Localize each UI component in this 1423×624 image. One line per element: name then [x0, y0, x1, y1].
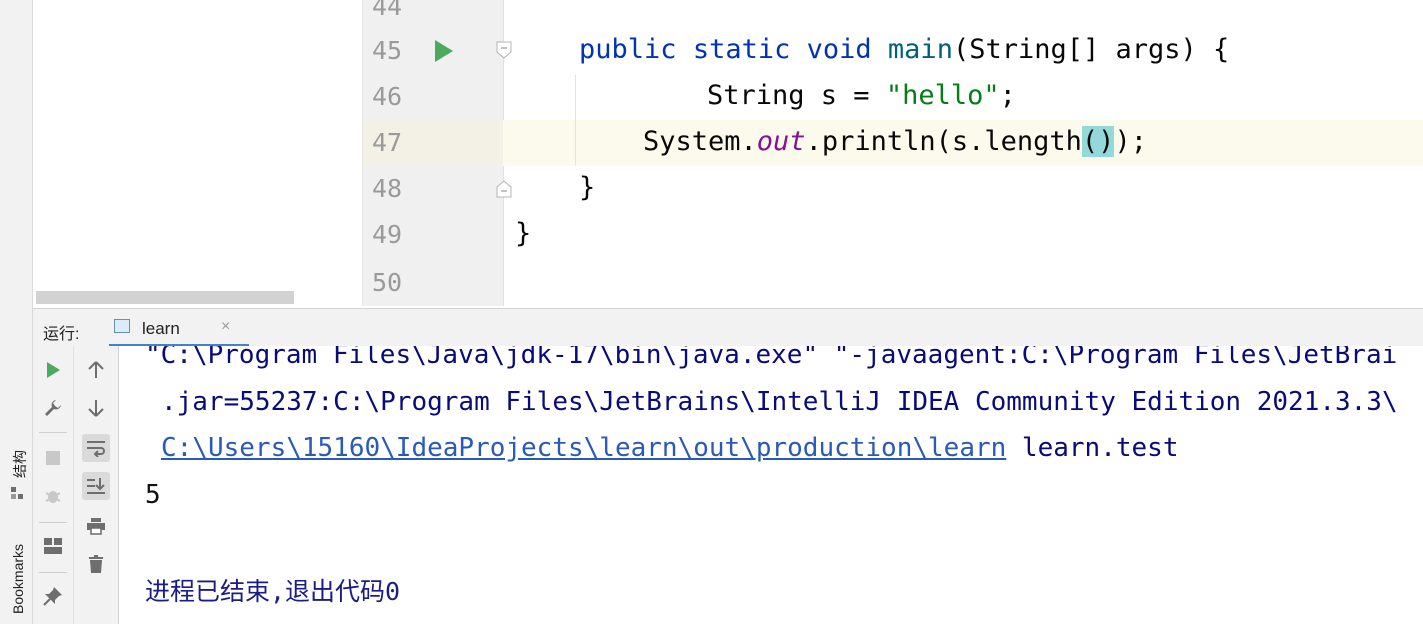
toolbar-separator: [39, 432, 67, 433]
keyword: void: [806, 34, 872, 65]
program-output: 5: [145, 480, 161, 510]
project-horizontal-scrollbar[interactable]: [36, 291, 294, 304]
run-tool-window-header: 运行: learn ×: [33, 308, 1423, 347]
debug-disabled-icon: [45, 491, 61, 503]
rerun-button[interactable]: [39, 356, 67, 384]
process-exit-message: 进程已结束,退出代码0: [145, 577, 401, 606]
bookmarks-tab-label: Bookmarks: [10, 543, 26, 614]
classpath-link[interactable]: C:\Users\15160\IdeaProjects\learn\out\pr…: [161, 433, 1006, 463]
structure-tab-label: 结构: [12, 450, 28, 478]
code-line: 50: [363, 260, 1423, 306]
project-panel: [33, 0, 361, 306]
console-output[interactable]: "C:\Program Files\Java\jdk-17\bin\java.e…: [119, 346, 1423, 624]
down-arrow-icon: [88, 400, 104, 417]
toolbar-separator: [39, 572, 67, 573]
run-toolbar-secondary: [74, 346, 119, 624]
stop-icon: [46, 451, 60, 465]
up-stack-trace-button[interactable]: [82, 356, 110, 384]
code-line: 48 }: [363, 166, 1423, 212]
bookmarks-tab[interactable]: Bookmarks: [10, 544, 26, 614]
fold-end-icon[interactable]: [496, 180, 512, 198]
soft-wrap-toggle[interactable]: [82, 434, 110, 462]
wrench-icon: [45, 400, 61, 416]
run-tab-label: learn: [142, 319, 180, 338]
run-label: 运行:: [43, 326, 80, 343]
print-icon: [87, 518, 105, 535]
code-text: System.out.println(s.length());: [643, 126, 1147, 157]
code-fragment: );: [1114, 126, 1147, 157]
line-number: 47: [372, 128, 403, 157]
keyword: static: [692, 34, 791, 65]
code-text: }: [579, 172, 596, 203]
line-number: 50: [372, 268, 403, 297]
run-tab-learn[interactable]: learn ×: [109, 309, 249, 347]
string-literal: "hello": [885, 80, 1000, 111]
code-editor[interactable]: 44 45 public static void main(String[] a…: [362, 0, 1423, 306]
line-number: 46: [372, 82, 403, 111]
pin-tab-button[interactable]: [39, 582, 67, 610]
static-field: out: [756, 126, 806, 157]
console-icon: [114, 319, 130, 333]
matched-paren: (): [1081, 126, 1115, 157]
layout-icon: [44, 538, 62, 554]
console-command-line: "C:\Program Files\Java\jdk-17\bin\java.e…: [145, 346, 1398, 370]
left-tool-strip: 结构 Bookmarks: [0, 0, 33, 624]
run-icon: [47, 362, 60, 378]
structure-icon: [11, 487, 23, 499]
main-class-text: learn.test: [1006, 433, 1179, 463]
code-fragment: .println(s.length: [805, 126, 1082, 157]
soft-wrap-icon: [87, 441, 105, 457]
run-toolbar-primary: [33, 346, 74, 624]
code-fragment: ;: [999, 80, 1016, 111]
code-fragment: System.: [643, 126, 757, 157]
up-arrow-icon: [88, 361, 104, 378]
line-number: 48: [372, 174, 403, 203]
code-line: 45 public static void main(String[] args…: [363, 28, 1423, 74]
trash-icon: [89, 555, 103, 573]
scroll-to-end-toggle[interactable]: [82, 472, 110, 500]
console-command-line: .jar=55237:C:\Program Files\JetBrains\In…: [161, 387, 1398, 417]
line-number: 49: [372, 220, 403, 249]
down-stack-trace-button[interactable]: [82, 394, 110, 422]
clear-all-button[interactable]: [82, 550, 110, 578]
print-button[interactable]: [82, 512, 110, 540]
line-number: 44: [372, 0, 403, 21]
layout-button[interactable]: [39, 532, 67, 560]
code-text: }: [515, 218, 532, 249]
code-line: 46 String s = "hello";: [363, 74, 1423, 120]
edit-configuration-button[interactable]: [39, 394, 67, 422]
scroll-to-end-icon: [87, 478, 105, 494]
toolbar-separator: [39, 522, 67, 523]
code-text: public static void main(String[] args) {: [579, 34, 1229, 65]
method-name: main: [887, 34, 953, 65]
close-icon[interactable]: ×: [221, 318, 230, 336]
code-line: 44: [363, 0, 1423, 30]
indent-guide: [575, 75, 576, 165]
code-fragment: String s =: [707, 80, 886, 111]
code-fragment: (String[] args) {: [952, 34, 1230, 65]
pin-icon: [43, 587, 62, 606]
line-number: 45: [372, 36, 403, 65]
code-text: String s = "hello";: [707, 80, 1016, 111]
debug-button[interactable]: [39, 482, 67, 510]
code-line: 49 }: [363, 212, 1423, 258]
fold-collapse-icon[interactable]: [496, 41, 512, 59]
code-line-current: 47 System.out.println(s.length());: [363, 120, 1423, 166]
keyword: public: [579, 34, 677, 65]
run-main-gutter-icon[interactable]: [435, 40, 453, 62]
console-command-line: C:\Users\15160\IdeaProjects\learn\out\pr…: [161, 433, 1178, 463]
structure-tab[interactable]: 结构: [10, 450, 30, 478]
stop-button[interactable]: [39, 444, 67, 472]
